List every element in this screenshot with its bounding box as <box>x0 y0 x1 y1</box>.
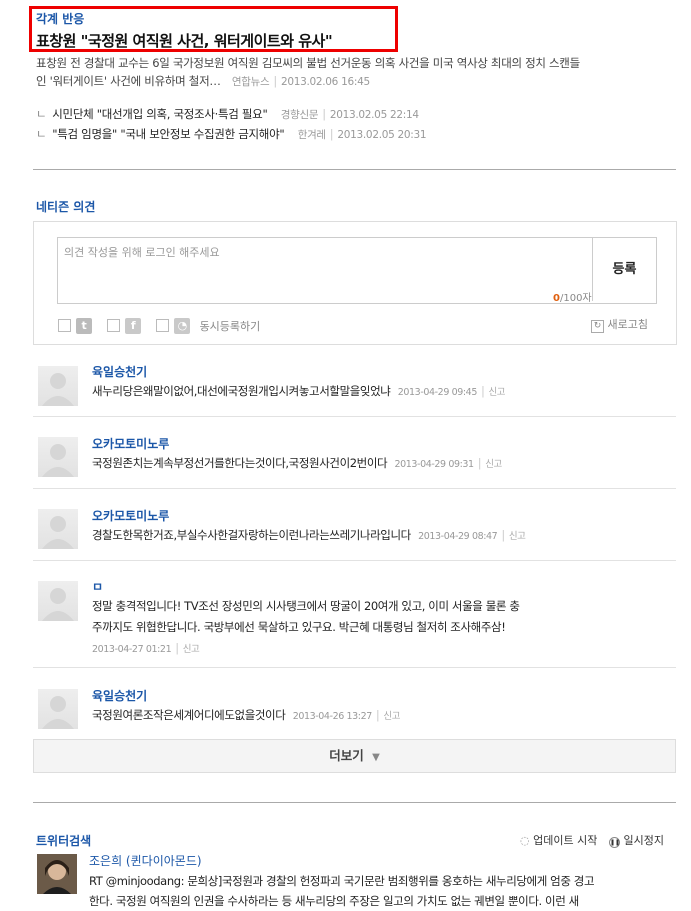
article-headline[interactable]: 표창원 "국정원 여직원 사건, 워터게이트와 유사" <box>36 30 333 51</box>
divider <box>33 416 676 417</box>
avatar <box>38 689 78 729</box>
refresh-label: 새로고침 <box>607 318 648 331</box>
more-button[interactable]: 더보기 ▼ <box>33 739 676 773</box>
divider <box>33 488 676 489</box>
related-date: 2013.02.05 20:31 <box>337 129 427 141</box>
update-start-button[interactable]: ◌ 업데이트 시작 <box>520 832 597 848</box>
refresh-button[interactable]: ↻ 새로고침 <box>591 316 648 333</box>
comment-date: 2013-04-29 09:45 <box>397 387 478 398</box>
spinner-icon: ◌ <box>520 834 530 847</box>
comment-line: 경찰도한목한거죠,부실수사한걸자랑하는이런나라는쓰레기나라입니다 <box>92 528 411 542</box>
report-link[interactable]: 신고 <box>488 387 505 398</box>
avatar <box>38 437 78 477</box>
section-label: 각계 반응 <box>36 12 85 26</box>
bullet-icon: ㄴ <box>36 107 47 121</box>
related-title[interactable]: 시민단체 "대선개입 의혹, 국정조사·특검 필요" <box>52 107 267 121</box>
pause-icon: ❚❚ <box>609 837 621 848</box>
divider <box>33 802 676 803</box>
comment-author[interactable]: ㅁ <box>92 578 103 595</box>
comment-date: 2013-04-29 08:47 <box>418 531 498 542</box>
summary-line: 표창원 전 경찰대 교수는 6일 국가정보원 여직원 김모씨의 불법 선거운동 … <box>36 56 580 70</box>
comment-author[interactable]: 오카모토미노루 <box>92 435 169 452</box>
avatar <box>38 366 78 406</box>
comment-text: 국정원존치는계속부정선거를한다는것이다,국정원사건이2번이다 2013-04-2… <box>92 456 502 470</box>
comment-author[interactable]: 육일승천기 <box>92 363 147 380</box>
chevron-down-icon: ▼ <box>372 752 380 763</box>
comment-text: 경찰도한목한거죠,부실수사한걸자랑하는이런나라는쓰레기나라입니다 2013-04… <box>92 528 526 542</box>
related-source: 경향신문 <box>280 109 319 121</box>
pause-button[interactable]: ❚❚ 일시정지 <box>609 832 664 848</box>
comment-date: 2013-04-29 09:31 <box>394 459 474 470</box>
related-title[interactable]: "특검 임명을" "국내 보안정보 수집권한 금지해야" <box>52 127 284 141</box>
comment-line: 국정원여론조작은세계어디에도없을것이다 <box>92 708 286 722</box>
comment-input[interactable]: 의견 작성을 위해 로그인 해주세요 <box>64 244 220 260</box>
report-link[interactable]: 신고 <box>183 644 200 655</box>
submit-button[interactable]: 등록 <box>592 238 656 301</box>
char-max: /100자 <box>559 293 592 304</box>
comment-author[interactable]: 오카모토미노루 <box>92 507 169 524</box>
report-link[interactable]: 신고 <box>485 459 502 470</box>
twitter-heading: 트위터검색 <box>36 834 92 848</box>
more-label: 더보기 <box>329 748 364 763</box>
refresh-icon: ↻ <box>591 320 604 333</box>
comment-author[interactable]: 육일승천기 <box>92 687 147 704</box>
tweet-text: RT @minjoodang: 문희상]국정원과 경찰의 헌정파괴 국기문란 범… <box>89 871 595 911</box>
comment-date: 2013-04-27 01:21 <box>92 644 172 655</box>
twitter-checkbox[interactable] <box>58 319 71 332</box>
comment-text: 국정원여론조작은세계어디에도없을것이다 2013-04-26 13:27 | 신고 <box>92 708 401 722</box>
share-label: 동시등록하기 <box>199 319 261 333</box>
comment-line: 정말 충격적입니다! TV조선 장성민의 시사탱크에서 땅굴이 20여개 있고,… <box>92 599 520 613</box>
netizen-heading: 네티즌 의견 <box>36 200 96 214</box>
comment-line: 새누리당은왜말이없어,대선에국정원개입시켜놓고서할말을잊었냐 <box>92 384 391 398</box>
char-count: 0 <box>553 293 560 304</box>
bullet-icon: ㄴ <box>36 127 47 141</box>
comment-date: 2013-04-26 13:27 <box>292 711 373 722</box>
article-summary: 표창원 전 경찰대 교수는 6일 국가정보원 여직원 김모씨의 불법 선거운동 … <box>36 54 676 91</box>
avatar <box>38 509 78 549</box>
comment-text: 새누리당은왜말이없어,대선에국정원개입시켜놓고서할말을잊었냐 2013-04-2… <box>92 384 506 398</box>
related-item[interactable]: ㄴ 시민단체 "대선개입 의혹, 국정조사·특검 필요" 경향신문 | 2013.02… <box>36 106 419 122</box>
speech-bubble-icon: ◔ <box>174 317 191 334</box>
yozm-checkbox[interactable] <box>156 319 170 332</box>
twitter-user[interactable]: 조은희 (퀸다이아몬드) <box>89 852 202 869</box>
related-source: 한겨레 <box>297 129 326 141</box>
comment-text: 정말 충격적입니다! TV조선 장성민의 시사탱크에서 땅굴이 20여개 있고,… <box>92 596 520 660</box>
related-date: 2013.02.05 22:14 <box>329 109 419 121</box>
report-link[interactable]: 신고 <box>383 711 400 722</box>
twitter-icon: t <box>76 317 93 334</box>
char-counter: 0/100자 <box>553 289 592 304</box>
tweet-line: RT @minjoodang: 문희상]국정원과 경찰의 헌정파괴 국기문란 범… <box>89 874 595 888</box>
avatar <box>38 581 78 621</box>
share-options: t f ◔ 동시등록하기 <box>58 315 260 334</box>
divider <box>33 667 676 668</box>
divider <box>33 169 676 170</box>
divider <box>33 560 676 561</box>
twitter-avatar <box>37 854 77 894</box>
article-date: 2013.02.06 16:45 <box>280 76 370 88</box>
tweet-line: 한다. 국정원 여직원의 인권을 수사하라는 등 새누리당의 주장은 일고의 가… <box>89 894 579 908</box>
summary-line-text: 인 '워터게이트' 사건에 비유하며 철저… <box>36 74 221 88</box>
summary-line-2: 인 '워터게이트' 사건에 비유하며 철저… 연합뉴스 | 2013.02.06 1… <box>36 74 370 88</box>
comment-line: 주까지도 위협한답니다. 국방부에선 묵살하고 있구요. 박근혜 대통령님 철저… <box>92 620 506 634</box>
facebook-checkbox[interactable] <box>107 319 121 332</box>
related-item[interactable]: ㄴ "특검 임명을" "국내 보안정보 수집권한 금지해야" 한겨레 | 2013.0… <box>36 126 427 142</box>
article-source: 연합뉴스 <box>231 76 270 88</box>
pause-label: 일시정지 <box>623 834 664 847</box>
facebook-icon: f <box>125 317 142 334</box>
report-link[interactable]: 신고 <box>509 531 526 542</box>
comment-line: 국정원존치는계속부정선거를한다는것이다,국정원사건이2번이다 <box>92 456 388 470</box>
update-label: 업데이트 시작 <box>533 834 598 847</box>
